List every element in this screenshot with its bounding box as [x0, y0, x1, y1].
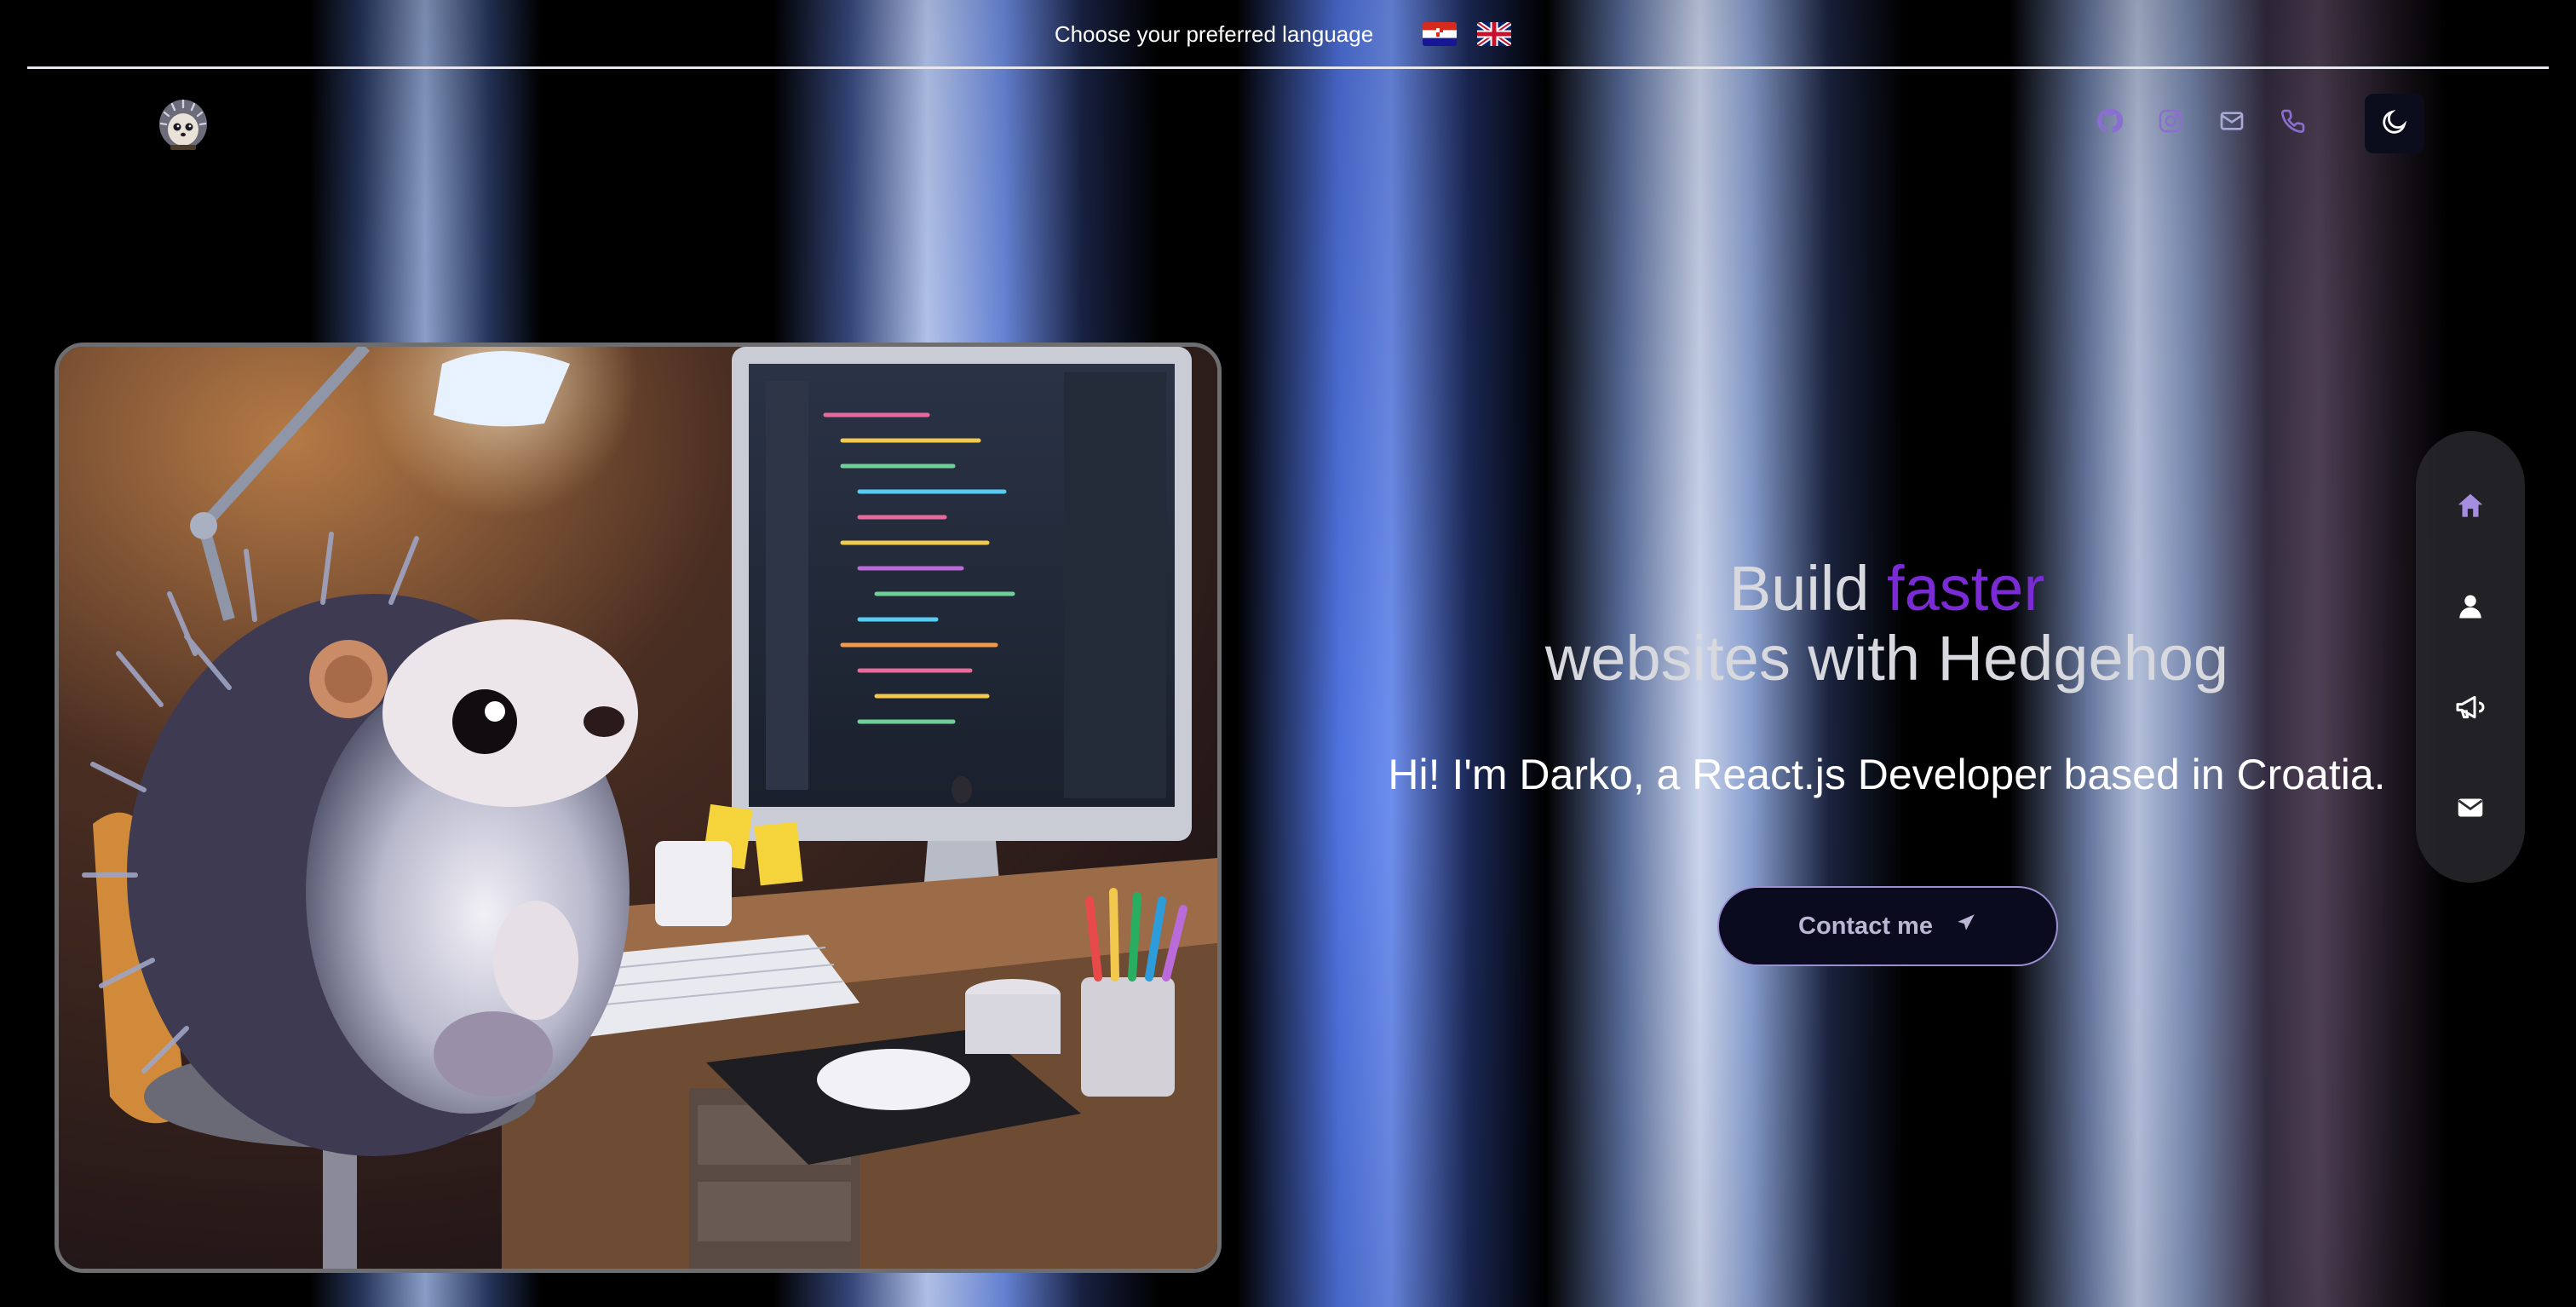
hero-illustration	[55, 343, 1222, 1273]
uk-flag-icon[interactable]	[1477, 22, 1512, 46]
megaphone-icon[interactable]	[2445, 682, 2496, 733]
language-bar: Choose your preferred language	[0, 0, 2576, 68]
side-navigation	[2416, 431, 2525, 883]
mail-icon[interactable]	[2218, 107, 2245, 135]
language-label: Choose your preferred language	[1054, 20, 1374, 47]
home-icon[interactable]	[2445, 481, 2496, 532]
instagram-icon[interactable]	[2157, 107, 2184, 135]
croatian-flag-icon[interactable]	[1423, 22, 1458, 46]
hero-subheadline: Hi! I'm Darko, a React.js Developer base…	[1388, 751, 2386, 798]
contact-me-button[interactable]: Contact me	[1717, 886, 2058, 966]
theme-toggle-button[interactable]	[2365, 94, 2424, 153]
language-divider	[27, 66, 2549, 69]
envelope-icon[interactable]	[2445, 782, 2496, 833]
social-links	[2096, 107, 2307, 135]
github-icon[interactable]	[2096, 107, 2123, 135]
send-icon	[1955, 912, 1977, 941]
headline-part2: websites with Hedgehog	[1544, 623, 2229, 694]
hedgehog-logo-icon[interactable]	[157, 95, 210, 152]
headline-accent: faster	[1887, 553, 2045, 624]
contact-button-label: Contact me	[1798, 912, 1933, 940]
hero-headline: Build faster websites with Hedgehog	[1329, 554, 2445, 694]
moon-icon	[2380, 107, 2409, 141]
page: Choose your preferred language Build fas…	[0, 0, 2576, 1307]
user-icon[interactable]	[2445, 581, 2496, 632]
phone-icon[interactable]	[2280, 107, 2307, 135]
headline-part1: Build	[1728, 553, 1870, 624]
